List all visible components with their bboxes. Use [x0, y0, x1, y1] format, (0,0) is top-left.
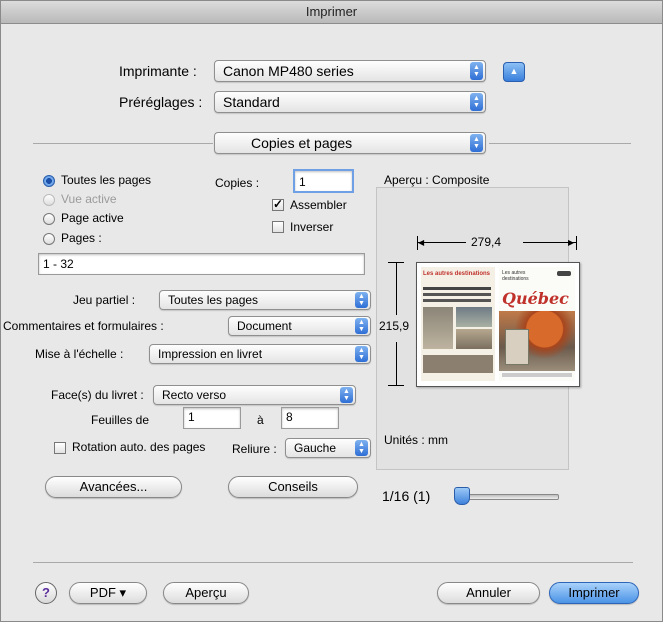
sheets-to-field[interactable]: 8: [281, 407, 339, 429]
print-dialog: Imprimer Imprimante : Canon MP480 series…: [0, 0, 663, 622]
sheets-to-label: à: [257, 413, 264, 427]
collate-checkbox[interactable]: ✓: [272, 197, 284, 211]
radio-all-pages[interactable]: [43, 175, 55, 187]
comments-label: Commentaires et formulaires :: [3, 319, 164, 333]
printer-label: Imprimante :: [119, 63, 197, 79]
comments-popup[interactable]: Document ▲ ▼: [228, 316, 371, 336]
width-value: 279,4: [471, 235, 502, 249]
disclosure-triangle-button[interactable]: ▲: [503, 62, 525, 82]
window-title: Imprimer: [1, 1, 662, 24]
presets-popup[interactable]: Standard ▲ ▼: [214, 91, 486, 113]
up-down-arrows-icon: ▲ ▼: [340, 387, 353, 403]
booklet-faces-value: Recto verso: [162, 388, 227, 402]
reverse-checkbox[interactable]: [272, 221, 284, 233]
preview-page: Les autres destinations Les autres desti…: [416, 262, 580, 387]
autorotate-label: Rotation auto. des pages: [72, 440, 206, 454]
checkmark-icon: ✓: [273, 197, 284, 211]
sheets-from-field[interactable]: 1: [183, 407, 241, 429]
arrow-right-icon: ▶: [568, 238, 575, 247]
printer-popup[interactable]: Canon MP480 series ▲ ▼: [214, 60, 486, 82]
separator: [33, 562, 633, 563]
view-active-label: Vue active: [61, 192, 117, 206]
units-label: Unités : mm: [384, 433, 449, 447]
printer-value: Canon MP480 series: [223, 63, 354, 79]
copies-label: Copies :: [215, 176, 260, 190]
width-dimension: ◀ ▶ 279,4: [417, 235, 577, 250]
scaling-popup[interactable]: Impression en livret ▲ ▼: [149, 344, 371, 364]
binding-label: Reliure :: [232, 442, 277, 456]
left-page-title: Les autres destinations: [423, 271, 491, 277]
advanced-button[interactable]: Avancées...: [45, 476, 182, 498]
help-button[interactable]: ?: [35, 582, 57, 604]
separator: [489, 143, 631, 144]
separator: [33, 143, 213, 144]
panel-value: Copies et pages: [251, 135, 353, 151]
tips-button[interactable]: Conseils: [228, 476, 358, 498]
page-slider-knob[interactable]: [454, 487, 470, 505]
preview-title: Aperçu : Composite: [384, 173, 490, 187]
copies-field[interactable]: 1: [293, 169, 354, 193]
autorotate-checkbox[interactable]: [54, 442, 66, 454]
print-button[interactable]: Imprimer: [549, 582, 639, 604]
presets-value: Standard: [223, 94, 280, 110]
height-value: 215,9: [379, 319, 410, 333]
page-slider-track[interactable]: [457, 494, 559, 500]
presets-label: Préréglages :: [119, 94, 203, 110]
subset-popup[interactable]: Toutes les pages ▲ ▼: [159, 290, 371, 310]
right-page-small-title: Les autres destinations: [502, 270, 529, 282]
reverse-label: Inverser: [290, 220, 334, 234]
booklet-faces-label: Face(s) du livret :: [51, 388, 144, 402]
radio-page-range[interactable]: [43, 233, 55, 245]
cancel-button[interactable]: Annuler: [437, 582, 540, 604]
up-down-arrows-icon: ▲ ▼: [355, 440, 368, 456]
scaling-label: Mise à l'échelle :: [35, 347, 124, 361]
up-down-arrows-icon: ▲ ▼: [470, 62, 483, 80]
left-page-thumbnail: Les autres destinations: [421, 267, 495, 381]
scaling-value: Impression en livret: [158, 347, 263, 361]
arrow-left-icon: ◀: [418, 238, 425, 247]
collate-label: Assembler: [290, 198, 347, 212]
radio-view-active[interactable]: [43, 194, 55, 206]
comments-value: Document: [237, 319, 292, 333]
subset-label: Jeu partiel :: [73, 293, 136, 307]
up-down-arrows-icon: ▲ ▼: [470, 134, 483, 152]
triangle-up-icon: ▲: [509, 66, 519, 76]
binding-value: Gauche: [294, 441, 337, 455]
up-down-arrows-icon: ▲ ▼: [355, 346, 368, 362]
radio-current-page[interactable]: [43, 213, 55, 225]
pdf-menu-button[interactable]: PDF ▾: [69, 582, 147, 604]
current-page-label: Page active: [61, 211, 124, 225]
sheets-from-label: Feuilles de: [91, 413, 150, 427]
panel-popup[interactable]: Copies et pages ▲ ▼: [214, 132, 486, 154]
preview-button[interactable]: Aperçu: [163, 582, 249, 604]
page-indicator: 1/16 (1): [382, 488, 431, 504]
right-page-title: Québec: [502, 289, 569, 308]
up-down-arrows-icon: ▲ ▼: [470, 93, 483, 111]
booklet-faces-popup[interactable]: Recto verso ▲ ▼: [153, 385, 356, 405]
binding-popup[interactable]: Gauche ▲ ▼: [285, 438, 371, 458]
all-pages-label: Toutes les pages: [61, 173, 152, 187]
subset-value: Toutes les pages: [168, 293, 259, 307]
up-down-arrows-icon: ▲ ▼: [355, 318, 368, 334]
right-page-thumbnail: Les autres destinations Québec: [499, 267, 575, 381]
up-down-arrows-icon: ▲ ▼: [355, 292, 368, 308]
page-range-field[interactable]: 1 - 32: [38, 253, 365, 275]
page-range-label: Pages :: [61, 231, 102, 245]
